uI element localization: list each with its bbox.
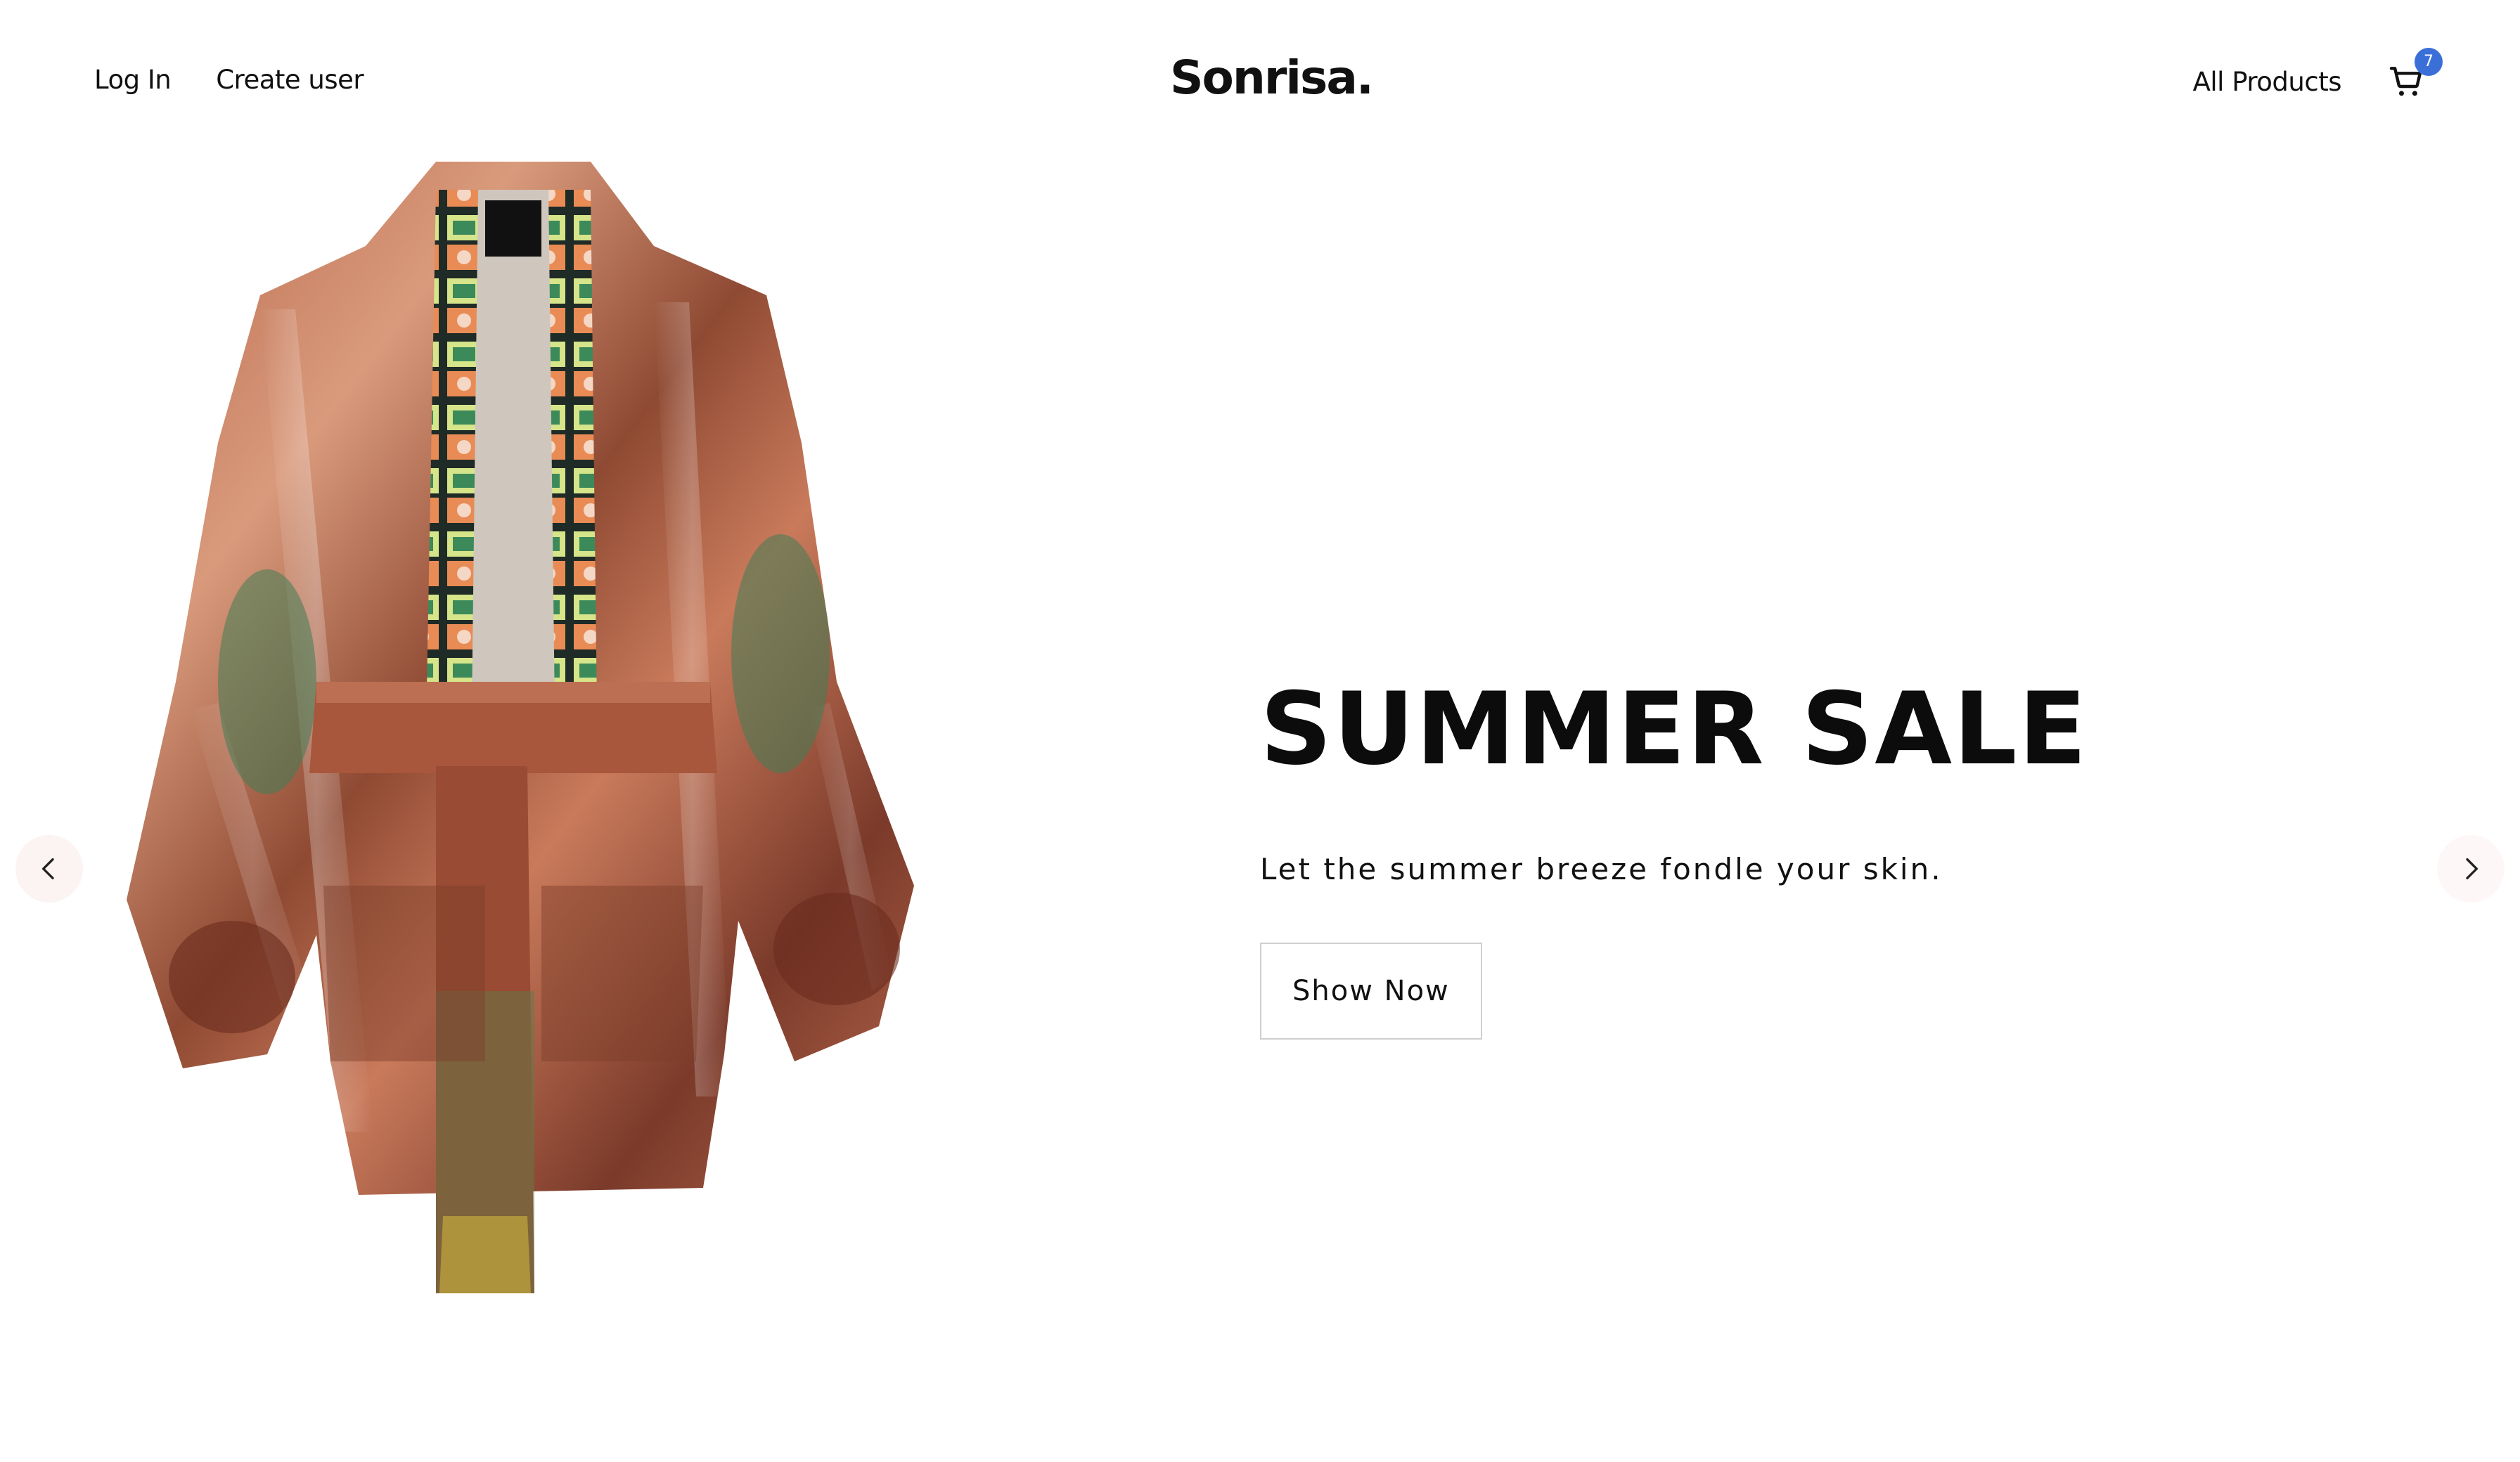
main-nav: All Products 7	[2193, 48, 2443, 101]
chevron-right-icon	[2466, 858, 2478, 879]
all-products-link[interactable]: All Products	[2193, 67, 2342, 97]
hero-subtitle: Let the summer breeze fondle your skin.	[1260, 852, 1943, 887]
create-user-link[interactable]: Create user	[216, 65, 364, 95]
show-now-button[interactable]: Show Now	[1260, 943, 1482, 1040]
hero-product-image	[105, 148, 921, 1307]
carousel-prev-button[interactable]	[15, 835, 83, 903]
site-header: Log In Create user Sonrisa. All Products…	[0, 0, 2520, 169]
hero-title: SUMMER SALE	[1260, 671, 2088, 787]
cart-button[interactable]: 7	[2386, 48, 2443, 101]
hero-content: SUMMER SALE Let the summer breeze fondle…	[1260, 671, 2088, 1040]
cart-count-badge: 7	[2415, 48, 2443, 76]
kimono-illustration	[127, 162, 914, 1293]
login-link[interactable]: Log In	[94, 65, 172, 95]
chevron-left-icon	[42, 858, 54, 879]
site-logo[interactable]: Sonrisa.	[1170, 51, 1374, 105]
auth-nav: Log In Create user	[94, 65, 364, 95]
carousel-next-button[interactable]	[2437, 835, 2505, 903]
